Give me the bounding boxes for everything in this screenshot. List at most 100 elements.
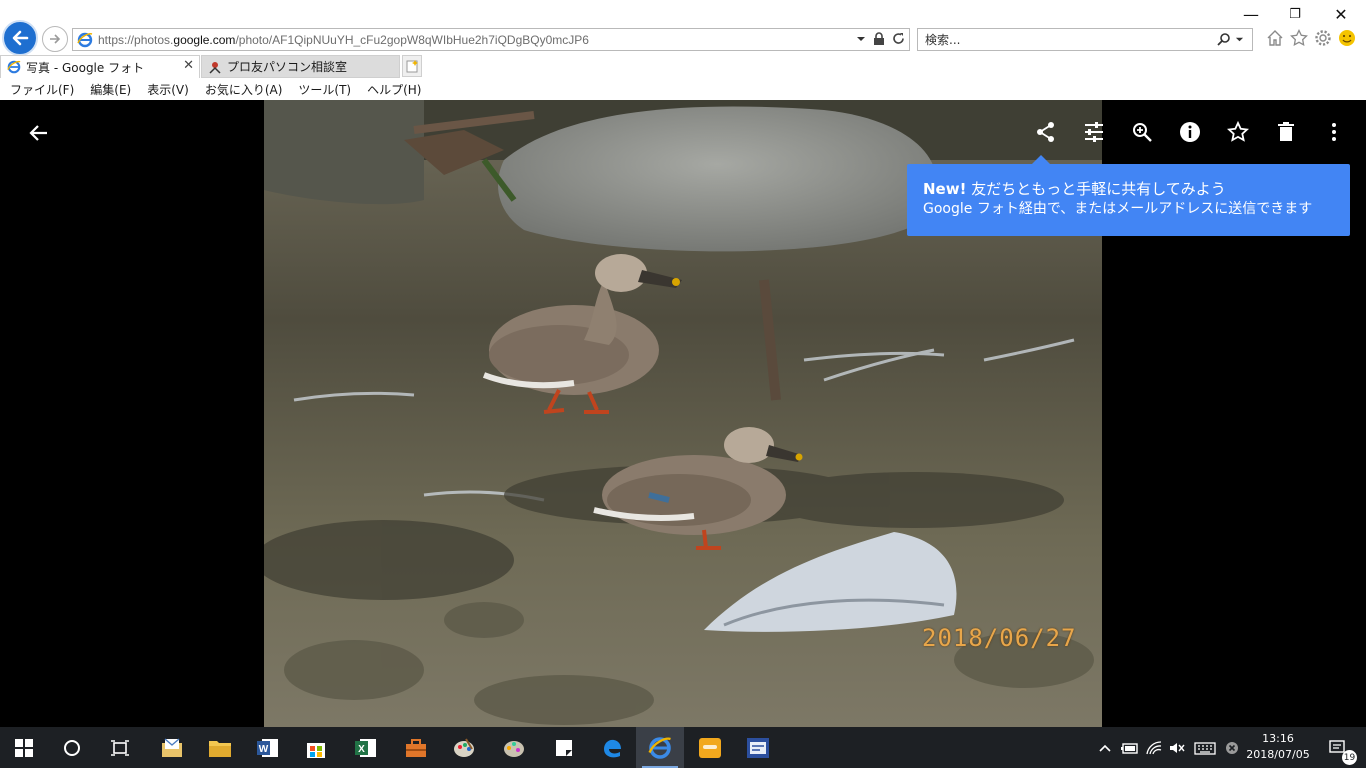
site-favicon-icon	[209, 61, 221, 74]
excel-icon: X	[355, 738, 376, 757]
menu-view[interactable]: 表示(V)	[147, 81, 189, 98]
menu-favorites[interactable]: お気に入り(A)	[205, 81, 283, 98]
keyboard-icon	[1194, 741, 1216, 755]
system-clock[interactable]: 13:16 2018/07/05	[1244, 731, 1312, 763]
edit-button[interactable]	[1070, 116, 1118, 148]
cortana-button[interactable]	[48, 727, 96, 768]
tab-label: 写真 - Google フォト	[26, 60, 145, 75]
action-center-button[interactable]: 19	[1318, 727, 1358, 768]
favorite-button[interactable]	[1214, 116, 1262, 148]
viewer-toolbar	[1022, 116, 1358, 148]
search-input[interactable]	[925, 32, 1205, 47]
paint-brush-icon	[504, 740, 524, 757]
viewer-back-button[interactable]	[26, 120, 52, 146]
taskbar-store[interactable]	[292, 727, 340, 768]
blue-app-icon	[747, 737, 769, 758]
address-bar[interactable]: https://photos.google.com/photo/AF1QipNU…	[72, 28, 910, 51]
smiley-feedback-icon[interactable]	[1338, 29, 1356, 47]
search-dropdown-icon[interactable]	[1235, 35, 1244, 44]
show-hidden-icons-button[interactable]	[1096, 727, 1114, 768]
info-icon	[1180, 122, 1200, 142]
tab-close-icon[interactable]: ✕	[183, 58, 194, 73]
menu-tools[interactable]: ツール(T)	[298, 81, 351, 98]
taskbar-mail-app[interactable]	[148, 727, 196, 768]
cortana-circle-icon	[64, 739, 80, 756]
delete-button[interactable]	[1262, 116, 1310, 148]
search-box[interactable]	[917, 28, 1253, 51]
windows-taskbar: W X 13:16 2018/07/05 19	[0, 727, 1366, 768]
ime-disabled-icon	[1226, 741, 1238, 754]
taskbar-excel[interactable]: X	[342, 727, 390, 768]
search-icon[interactable]	[1217, 32, 1231, 46]
taskbar-app-blue[interactable]	[734, 727, 782, 768]
note-icon	[556, 739, 572, 756]
taskbar-paint-3d[interactable]	[490, 727, 538, 768]
task-view-button[interactable]	[96, 727, 144, 768]
lock-icon[interactable]	[873, 32, 885, 45]
restore-button[interactable]: ❐	[1272, 0, 1318, 28]
more-options-button[interactable]	[1310, 116, 1358, 148]
new-tab-button[interactable]	[402, 55, 422, 77]
menu-help[interactable]: ヘルプ(H)	[367, 81, 421, 98]
battery-tray[interactable]	[1118, 727, 1140, 768]
minimize-button[interactable]: —	[1228, 0, 1274, 28]
clock-date: 2018/07/05	[1246, 748, 1310, 761]
refresh-icon[interactable]	[892, 32, 905, 45]
mail-folder-icon	[162, 737, 182, 757]
toolbox-icon	[406, 738, 426, 757]
paint-palette-icon	[454, 737, 474, 757]
favorites-star-icon[interactable]	[1290, 29, 1308, 47]
keyboard-tray[interactable]	[1192, 727, 1218, 768]
chevron-up-icon	[1099, 744, 1111, 752]
taskbar-sticky-notes[interactable]	[540, 727, 588, 768]
ie-tab-icon	[7, 60, 21, 74]
settings-gear-icon[interactable]	[1314, 29, 1332, 47]
back-button[interactable]	[2, 20, 38, 56]
delete-icon	[1278, 122, 1294, 141]
battery-icon	[1121, 742, 1138, 754]
tab-google-photos[interactable]: 写真 - Google フォト ✕	[0, 55, 200, 78]
taskbar-app-orange[interactable]	[686, 727, 734, 768]
start-button[interactable]	[0, 727, 48, 768]
share-button[interactable]	[1022, 116, 1070, 148]
wifi-icon	[1146, 740, 1162, 754]
edge-icon	[604, 739, 621, 757]
taskbar-file-explorer[interactable]	[196, 727, 244, 768]
info-button[interactable]	[1166, 116, 1214, 148]
taskbar-word[interactable]: W	[244, 727, 292, 768]
zoom-button[interactable]	[1118, 116, 1166, 148]
address-dropdown-icon[interactable]	[856, 34, 866, 44]
share-promo-tooltip[interactable]: New! 友だちともっと手軽に共有してみよう Google フォト経由で、または…	[907, 155, 1350, 236]
tab-pc-consult[interactable]: プロ友パソコン相談室	[201, 55, 400, 78]
zoom-icon	[1133, 123, 1152, 142]
taskbar-internet-explorer[interactable]	[636, 727, 684, 768]
clock-time: 13:16	[1262, 732, 1294, 745]
photo-viewer: 2018/06/27 New! 友だちともっと手軽に共有してみよう Google…	[0, 100, 1366, 727]
taskbar-paint[interactable]	[440, 727, 488, 768]
forward-arrow-icon	[50, 34, 61, 44]
home-icon[interactable]	[1266, 29, 1284, 47]
ime-status-tray[interactable]	[1222, 727, 1242, 768]
store-bag-icon	[307, 742, 325, 758]
new-tab-icon	[406, 60, 418, 73]
tooltip-title: New! 友だちともっと手軽に共有してみよう	[923, 179, 1350, 199]
menu-file[interactable]: ファイル(F)	[10, 81, 74, 98]
volume-tray[interactable]	[1166, 727, 1188, 768]
forward-button[interactable]	[42, 26, 68, 52]
word-icon: W	[257, 738, 278, 757]
taskbar-edge[interactable]	[588, 727, 636, 768]
menu-bar: ファイル(F) 編集(E) 表示(V) お気に入り(A) ツール(T) ヘルプ(…	[0, 79, 1366, 99]
tab-label: プロ友パソコン相談室	[227, 60, 348, 74]
volume-muted-icon	[1170, 742, 1185, 753]
share-icon	[1037, 122, 1054, 142]
notification-count-badge: 19	[1342, 750, 1357, 765]
wifi-tray[interactable]	[1143, 727, 1165, 768]
menu-edit[interactable]: 編集(E)	[90, 81, 131, 98]
task-view-icon	[111, 739, 129, 756]
tooltip-title-text: 友だちともっと手軽に共有してみよう	[966, 180, 1226, 198]
taskbar-toolbox[interactable]	[392, 727, 440, 768]
ie-page-icon	[77, 32, 93, 47]
url-text: https://photos.google.com/photo/AF1QipNU…	[98, 32, 589, 47]
ie-icon	[648, 736, 671, 759]
close-window-button[interactable]: ✕	[1318, 0, 1364, 28]
